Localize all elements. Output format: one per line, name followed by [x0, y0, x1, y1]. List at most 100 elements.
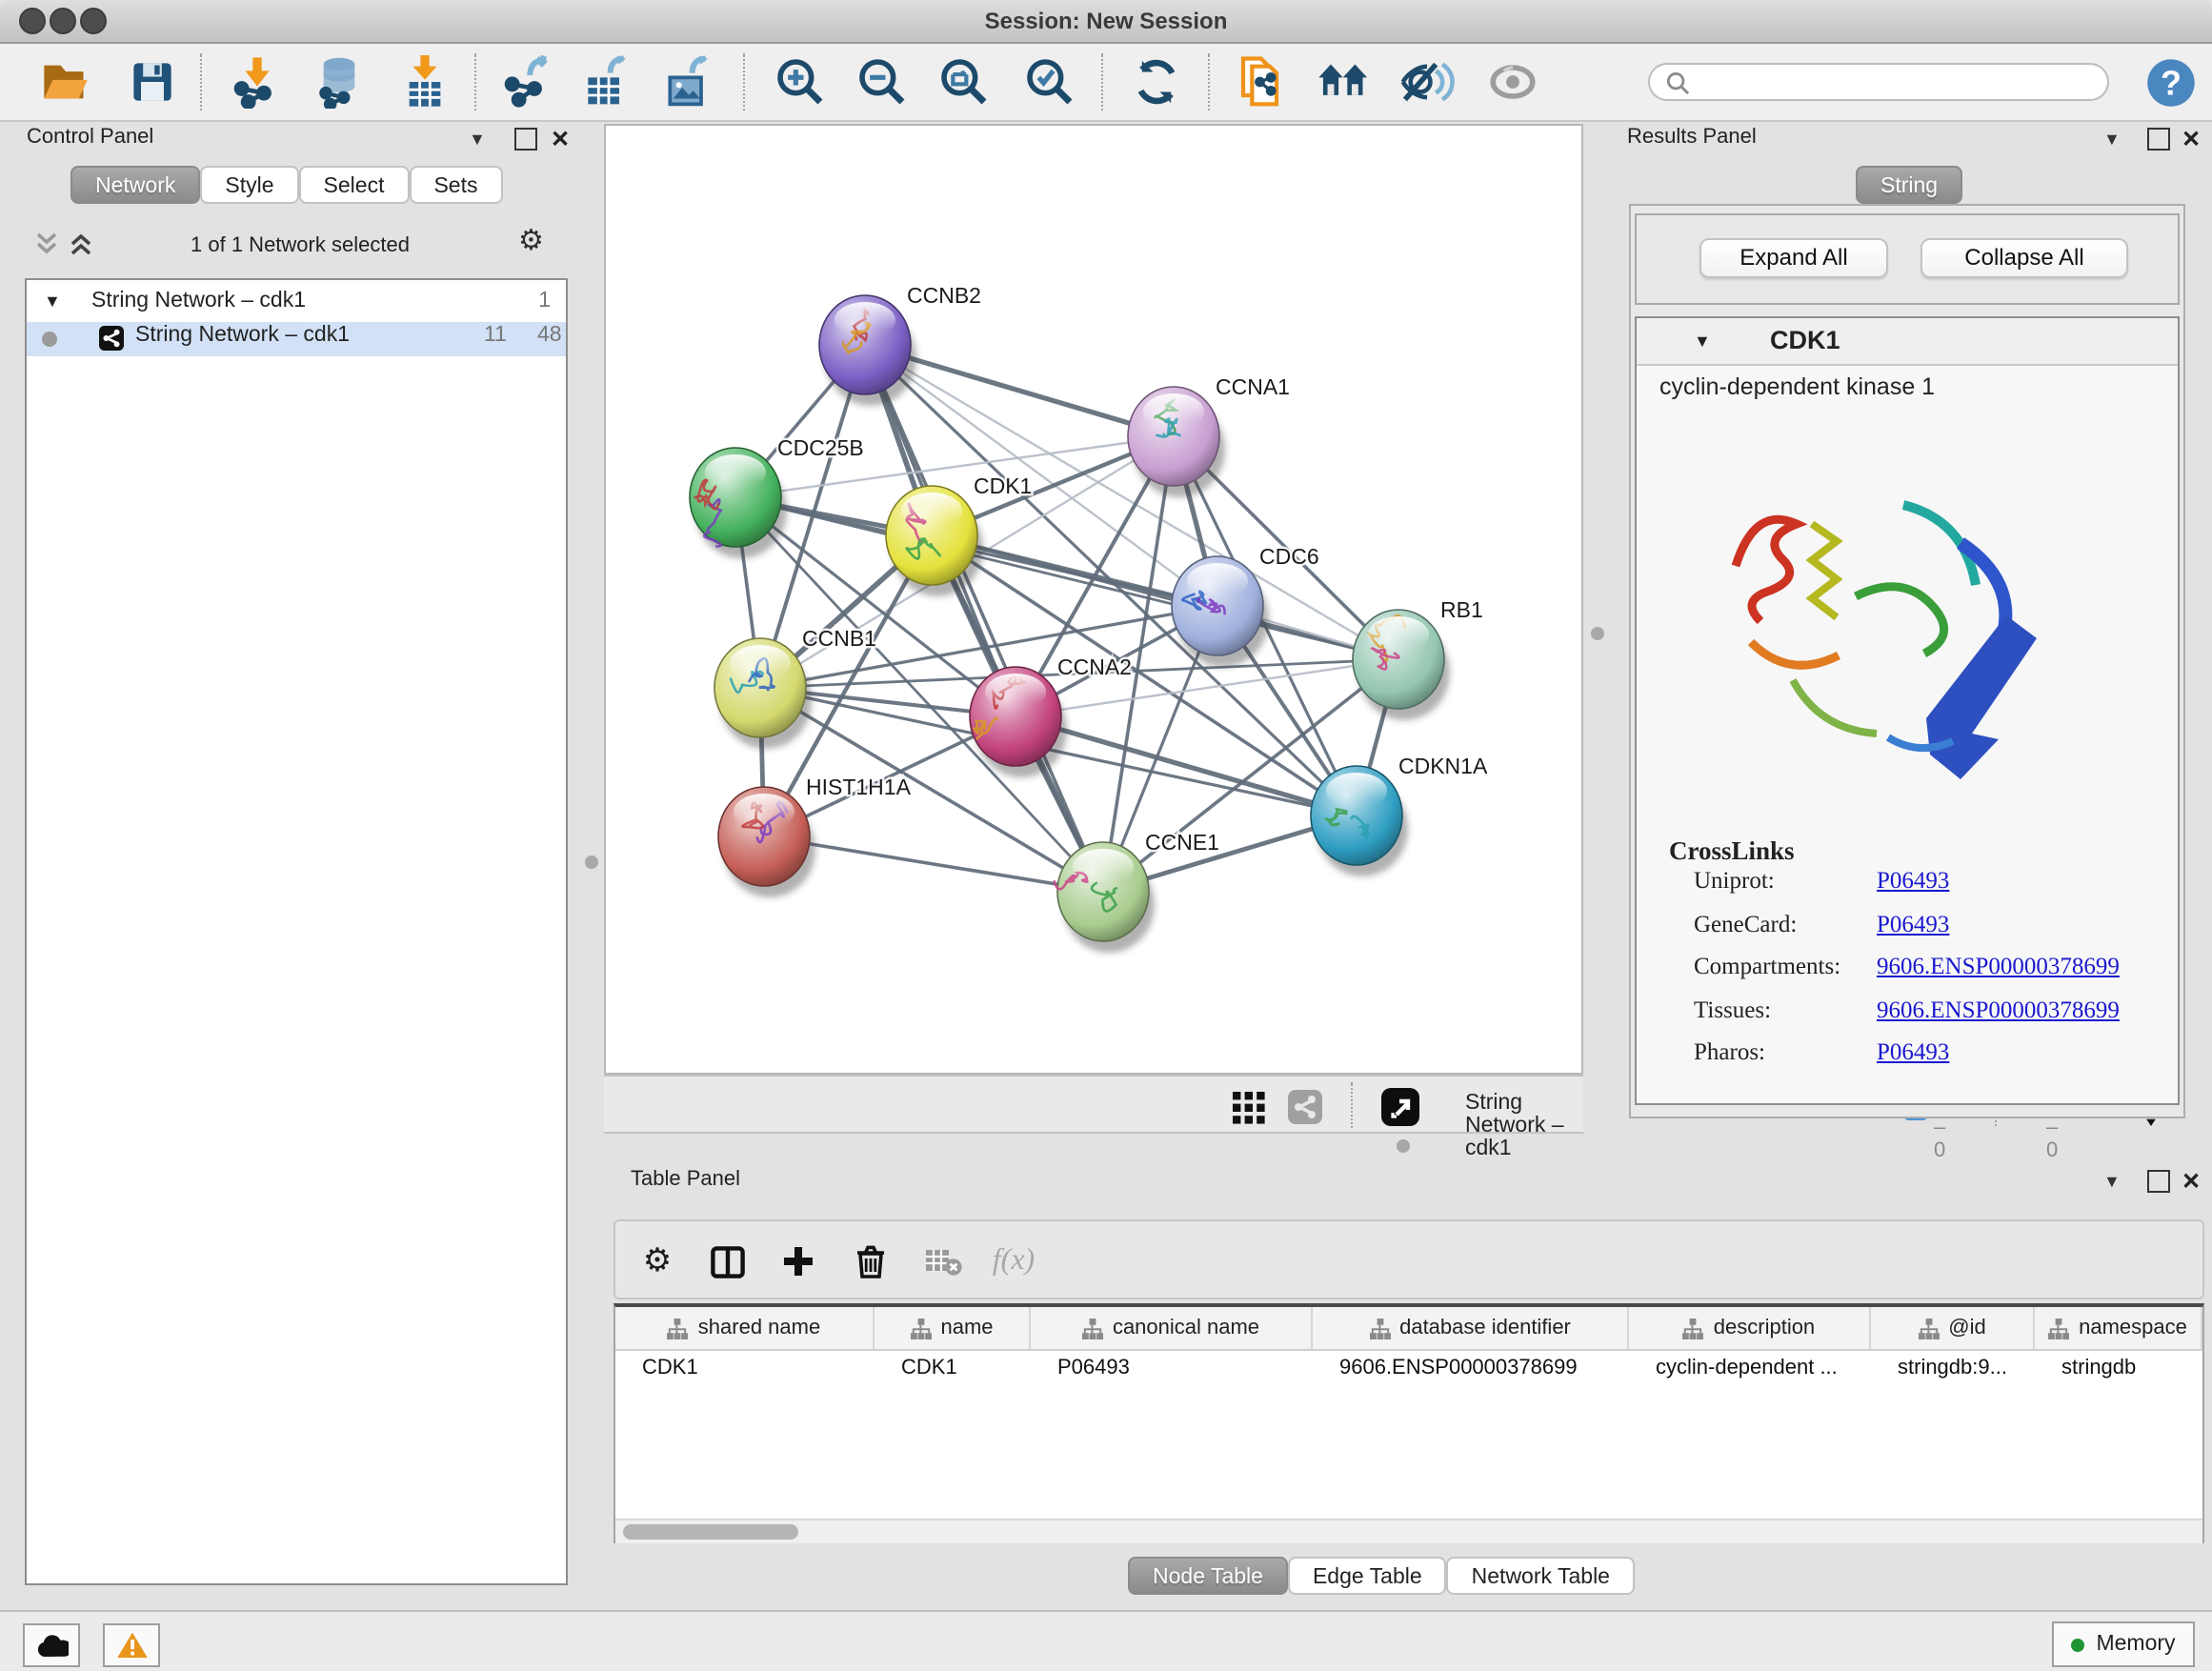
network-share-view-icon[interactable] — [1282, 1084, 1328, 1130]
grid-view-icon[interactable] — [1225, 1084, 1271, 1130]
open-full-view-icon[interactable] — [1377, 1084, 1423, 1130]
crosslink-value-link[interactable]: 9606.ENSP00000378699 — [1877, 953, 2120, 981]
crosslink-label: Tissues: — [1694, 996, 1771, 1024]
table-panel-menu-icon[interactable]: ▼ — [2103, 1172, 2121, 1191]
home-icon[interactable] — [1311, 50, 1379, 114]
column-header-database-identifier[interactable]: database identifier — [1313, 1307, 1629, 1349]
tab-node-table[interactable]: Node Table — [1128, 1557, 1288, 1595]
tab-network-table[interactable]: Network Table — [1447, 1557, 1635, 1595]
network-node-CDKN1A[interactable]: CDKN1A — [1311, 754, 1488, 876]
delete-column-icon[interactable] — [842, 1237, 899, 1286]
network-node-CDC25B[interactable]: CDC25B — [690, 435, 864, 558]
node-label: CCNA1 — [1216, 374, 1290, 399]
collapse-all-tree-icon[interactable] — [34, 231, 59, 267]
network-node-CCNA2[interactable]: CCNA2 — [970, 654, 1132, 777]
column-header-name[interactable]: name — [875, 1307, 1031, 1349]
show-columns-icon[interactable] — [699, 1237, 756, 1286]
crosslink-value-link[interactable]: P06493 — [1877, 867, 1949, 896]
expand-all-button[interactable]: Expand All — [1699, 238, 1888, 278]
network-node-CCNB1[interactable]: CCNB1 — [714, 626, 876, 749]
column-header-shared-name[interactable]: shared name — [615, 1307, 875, 1349]
table-horizontal-scrollbar[interactable] — [615, 1519, 2202, 1543]
network-edge[interactable] — [932, 535, 1398, 659]
network-collection-row[interactable]: ▼ String Network – cdk1 1 — [27, 288, 566, 322]
crosslink-value-link[interactable]: 9606.ENSP00000378699 — [1877, 996, 2120, 1024]
table-settings-gear-icon[interactable]: ⚙ — [629, 1237, 686, 1286]
table-cell[interactable]: cyclin-dependent ... — [1629, 1351, 1871, 1385]
memory-button[interactable]: Memory — [2052, 1621, 2195, 1667]
table-row[interactable]: CDK1CDK1P064939606.ENSP00000378699cyclin… — [615, 1351, 2202, 1385]
cloud-button[interactable] — [23, 1623, 80, 1667]
tab-style[interactable]: Style — [200, 166, 298, 204]
network-node-CCNE1[interactable]: CCNE1 — [1054, 830, 1219, 953]
collapse-section-icon[interactable]: ▼ — [1694, 332, 1711, 351]
network-node-CCNB2[interactable]: CCNB2 — [819, 283, 981, 406]
export-network-icon[interactable] — [493, 50, 562, 114]
import-table-icon[interactable] — [391, 50, 459, 114]
column-header--id[interactable]: @id — [1871, 1307, 2035, 1349]
network-canvas[interactable]: CCNB2CCNA1CDC25BCDK1CDC6RB1CCNB1CCNA2CDK… — [604, 124, 1583, 1075]
network-node-CCNA1[interactable]: CCNA1 — [1128, 374, 1290, 497]
crosslink-label: Uniprot: — [1694, 867, 1775, 896]
tab-select[interactable]: Select — [299, 166, 410, 204]
scrollbar-thumb[interactable] — [623, 1524, 798, 1540]
export-image-icon[interactable] — [654, 50, 722, 114]
network-node-RB1[interactable]: RB1 — [1353, 597, 1483, 720]
control-panel-menu-icon[interactable]: ▼ — [469, 130, 486, 149]
results-panel-close-icon[interactable]: ✕ — [2182, 126, 2201, 152]
table-panel-close-icon[interactable]: ✕ — [2182, 1168, 2201, 1195]
left-splitter-handle[interactable] — [585, 856, 598, 869]
hide-panel-icon[interactable] — [1393, 50, 1461, 114]
control-panel-close-icon[interactable]: ✕ — [551, 126, 570, 152]
network-options-gear-icon[interactable]: ⚙ — [518, 223, 544, 257]
tab-string[interactable]: String — [1856, 166, 1962, 204]
network-edge[interactable] — [865, 345, 1103, 892]
add-column-icon[interactable] — [770, 1237, 827, 1286]
help-icon[interactable]: ? — [2136, 50, 2204, 114]
import-network-icon[interactable] — [223, 50, 292, 114]
network-node-CDC6[interactable]: CDC6 — [1172, 544, 1319, 667]
zoom-in-icon[interactable] — [766, 50, 835, 114]
results-panel-float-icon[interactable] — [2147, 128, 2170, 151]
open-doc-network-icon[interactable] — [1229, 50, 1297, 114]
column-header-description[interactable]: description — [1629, 1307, 1871, 1349]
search-input[interactable] — [1648, 63, 2109, 101]
right-splitter-handle[interactable] — [1591, 627, 1604, 640]
zoom-out-icon[interactable] — [848, 50, 916, 114]
table-cell[interactable]: 9606.ENSP00000378699 — [1313, 1351, 1629, 1385]
tab-edge-table[interactable]: Edge Table — [1288, 1557, 1447, 1595]
tab-network[interactable]: Network — [70, 166, 200, 204]
expand-all-tree-icon[interactable] — [69, 231, 93, 267]
column-header-namespace[interactable]: namespace — [2035, 1307, 2202, 1349]
network-node-HIST1H1A[interactable]: HIST1H1A — [718, 775, 912, 897]
table-cell[interactable]: P06493 — [1031, 1351, 1313, 1385]
export-table-icon[interactable] — [572, 50, 640, 114]
results-panel-menu-icon[interactable]: ▼ — [2103, 130, 2121, 149]
warnings-button[interactable] — [103, 1623, 160, 1667]
table-panel-title: Table Panel — [631, 1168, 740, 1191]
table-cell[interactable]: CDK1 — [615, 1351, 875, 1385]
bottom-splitter-handle[interactable] — [1397, 1139, 1410, 1153]
refresh-view-icon[interactable] — [1122, 50, 1191, 114]
zoom-selected-icon[interactable] — [1016, 50, 1084, 114]
show-panel-icon[interactable] — [1478, 50, 1547, 114]
network-row-selected[interactable]: String Network – cdk1 11 48 — [27, 322, 566, 356]
open-session-icon[interactable] — [30, 50, 99, 114]
table-cell[interactable]: CDK1 — [875, 1351, 1031, 1385]
table-panel-float-icon[interactable] — [2147, 1170, 2170, 1193]
collection-expand-icon[interactable]: ▼ — [44, 292, 61, 311]
network-graph[interactable]: CCNB2CCNA1CDC25BCDK1CDC6RB1CCNB1CCNA2CDK… — [606, 126, 1581, 1073]
table-cell[interactable]: stringdb:9... — [1871, 1351, 2035, 1385]
table-cell[interactable]: stringdb — [2035, 1351, 2202, 1385]
import-database-icon[interactable] — [305, 50, 373, 114]
zoom-fit-icon[interactable] — [930, 50, 998, 114]
column-header-canonical-name[interactable]: canonical name — [1031, 1307, 1313, 1349]
protein-section-header[interactable]: ▼ CDK1 — [1637, 318, 2178, 366]
crosslink-value-link[interactable]: P06493 — [1877, 910, 1949, 938]
tab-sets[interactable]: Sets — [409, 166, 502, 204]
control-panel-float-icon[interactable] — [514, 128, 537, 151]
save-session-icon[interactable] — [118, 50, 187, 114]
crosslink-value-link[interactable]: P06493 — [1877, 1038, 1949, 1067]
node-label: CCNA2 — [1057, 654, 1132, 679]
collapse-all-button[interactable]: Collapse All — [1920, 238, 2128, 278]
